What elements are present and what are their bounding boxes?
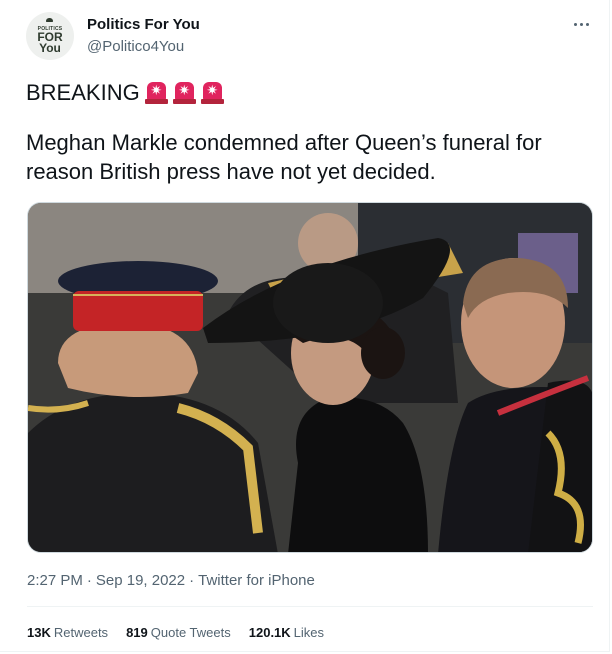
divider: [27, 606, 593, 607]
display-name[interactable]: Politics For You: [87, 15, 200, 35]
likes-stat[interactable]: 120.1K Likes: [249, 624, 324, 642]
tweet-date[interactable]: Sep 19, 2022: [96, 572, 185, 589]
quote-tweets-stat[interactable]: 819 Quote Tweets: [126, 624, 231, 642]
author-names: Politics For You @Politico4You: [87, 15, 200, 57]
meta-separator-2: ·: [189, 572, 195, 589]
likes-count: 120.1K: [248, 625, 291, 640]
rotating-light-icon: ✷: [200, 80, 224, 104]
breaking-label: BREAKING: [26, 79, 140, 105]
more-options-icon[interactable]: [569, 14, 593, 34]
tweet-header: POLITICS FOR You Politics For You @Polit…: [26, 12, 595, 64]
retweets-stat[interactable]: 13K Retweets: [27, 624, 108, 642]
rotating-light-icon: ✷: [144, 80, 168, 104]
tweet-source[interactable]: Twitter for iPhone: [198, 572, 315, 589]
rotating-light-icon: ✷: [172, 80, 196, 104]
avatar-text-bottom: You: [39, 41, 61, 55]
retweets-label: Retweets: [53, 625, 109, 640]
tweet-text: BREAKING ✷ ✷ ✷ Meghan Markle condemned a…: [26, 76, 596, 186]
quotes-count: 819: [126, 625, 148, 640]
avatar[interactable]: POLITICS FOR You: [26, 12, 74, 60]
tweet-meta: 2:27 PM · Sep 19, 2022 · Twitter for iPhone: [27, 571, 315, 591]
quotes-label: Quote Tweets: [150, 625, 231, 640]
retweets-count: 13K: [27, 625, 51, 640]
tweet-lead-line: BREAKING ✷ ✷ ✷: [26, 76, 596, 108]
tweet-stats: 13K Retweets 819 Quote Tweets 120.1K Likes: [27, 624, 324, 642]
photo-image: [28, 203, 592, 552]
likes-label: Likes: [293, 625, 325, 640]
tweet-photo[interactable]: [27, 202, 593, 553]
tweet-card: POLITICS FOR You Politics For You @Polit…: [0, 0, 610, 652]
tweet-body: Meghan Markle condemned after Queen’s fu…: [26, 130, 542, 184]
tweet-time[interactable]: 2:27 PM: [27, 572, 83, 589]
meta-separator: ·: [86, 572, 92, 589]
user-handle[interactable]: @Politico4You: [87, 37, 200, 57]
bird-logo-icon: [46, 18, 53, 22]
